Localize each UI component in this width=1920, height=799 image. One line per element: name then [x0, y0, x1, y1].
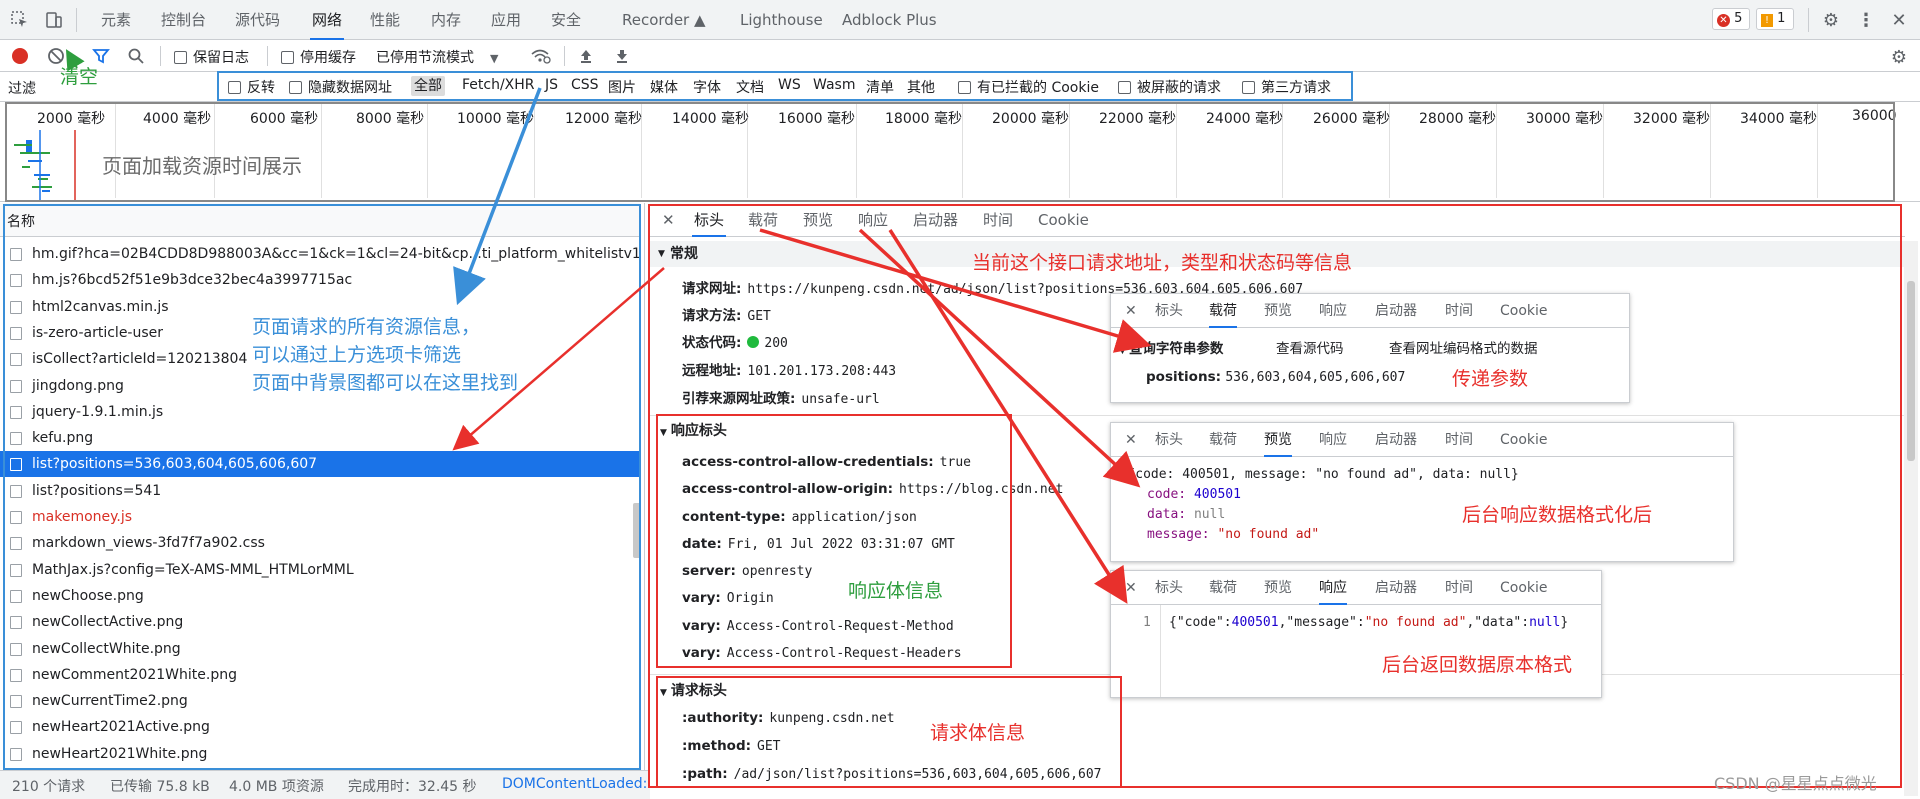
annotation-response-body: 响应体信息	[848, 580, 944, 602]
annotation-clear: 清空	[60, 66, 99, 88]
annotation-formatted: 后台响应数据格式化后	[1462, 504, 1653, 526]
annotation-timeline: 页面加载资源时间展示	[102, 154, 302, 178]
annotation-request-body: 请求体信息	[930, 722, 1026, 744]
annotation-list-2: 可以通过上方选项卡筛选	[252, 344, 462, 366]
annotation-general: 当前这个接口请求地址，类型和状态码等信息	[972, 252, 1353, 274]
annotation-list-3: 页面中背景图都可以在这里找到	[252, 372, 519, 394]
annotation-arrows	[65, 49, 1152, 604]
annotation-list-1: 页面请求的所有资源信息，	[252, 316, 481, 338]
watermark: CSDN @星星点点微光	[1714, 774, 1877, 793]
annotation-raw: 后台返回数据原本格式	[1382, 654, 1573, 676]
annotation-params: 传递参数	[1452, 368, 1529, 390]
